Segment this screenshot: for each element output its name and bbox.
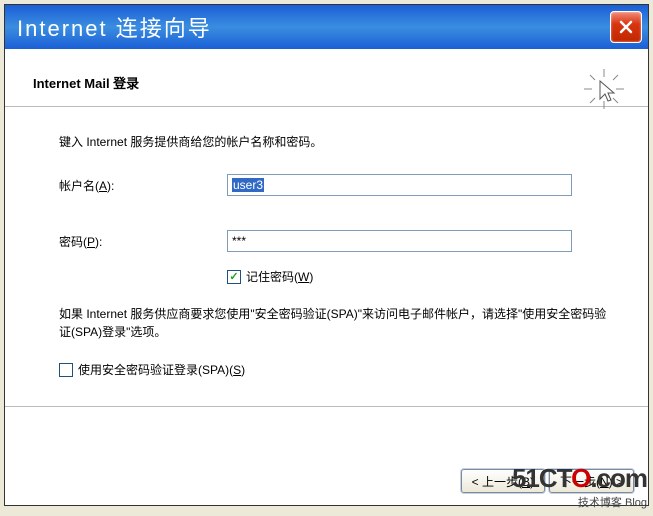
password-input[interactable] [227,230,572,252]
cursor-arrow-icon [582,67,626,111]
titlebar: Internet 连接向导 [5,5,648,49]
account-input[interactable]: user3 [227,174,572,196]
account-value: user3 [232,178,264,192]
header-section: Internet Mail 登录 [5,49,648,107]
button-bar: < 上一步(B) 下一步(N) > [461,469,634,493]
account-label: 帐户名(A): [59,177,227,194]
next-button[interactable]: 下一步(N) > [549,469,634,493]
remember-row: ✓ 记住密码(W) [227,268,612,285]
spa-checkbox[interactable] [59,363,73,377]
back-button[interactable]: < 上一步(B) [461,469,545,493]
spa-label: 使用安全密码验证登录(SPA)(S) [78,361,245,378]
spa-info-text: 如果 Internet 服务供应商要求您使用"安全密码验证(SPA)"来访问电子… [59,305,612,341]
close-button[interactable] [610,11,642,43]
separator [5,406,648,407]
close-icon [618,19,634,35]
spa-row: 使用安全密码验证登录(SPA)(S) [59,361,612,378]
remember-label: 记住密码(W) [246,268,313,285]
intro-text: 键入 Internet 服务提供商给您的帐户名称和密码。 [59,133,612,150]
window-title: Internet 连接向导 [17,11,212,43]
password-label: 密码(P): [59,233,227,250]
wizard-window: Internet 连接向导 Internet Mail 登录 [4,4,649,506]
remember-checkbox[interactable]: ✓ [227,270,241,284]
content-area: Internet Mail 登录 键入 Internet 服务提供商给您的帐户名… [5,49,648,505]
page-title: Internet Mail 登录 [33,73,620,92]
form-body: 键入 Internet 服务提供商给您的帐户名称和密码。 帐户名(A): use… [5,107,648,398]
account-row: 帐户名(A): user3 [59,174,612,196]
password-row: 密码(P): [59,230,612,252]
